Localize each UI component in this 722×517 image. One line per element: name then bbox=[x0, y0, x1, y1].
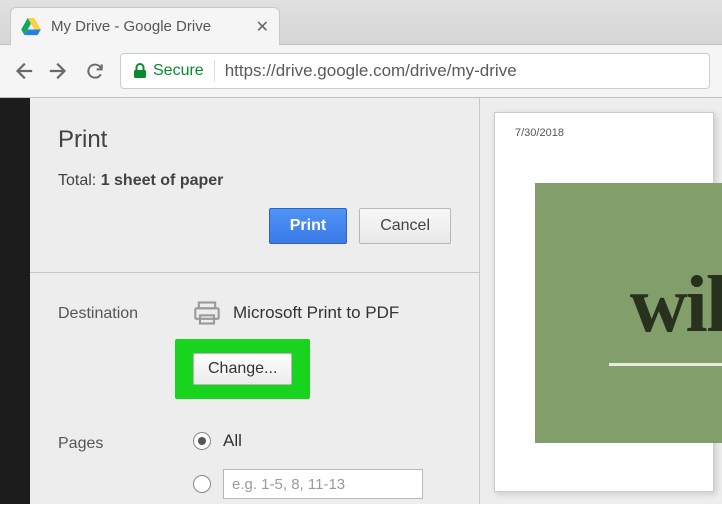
pages-all-label: All bbox=[223, 431, 242, 451]
pages-label: Pages bbox=[58, 431, 163, 517]
secure-label: Secure bbox=[153, 62, 204, 80]
secure-indicator: Secure bbox=[133, 62, 204, 80]
divider bbox=[30, 272, 479, 273]
wikihow-logo-text: wik bbox=[630, 260, 722, 351]
pages-range-radio[interactable] bbox=[193, 475, 211, 493]
print-preview-pane: 7/30/2018 wik bbox=[480, 98, 722, 504]
reload-button[interactable] bbox=[84, 60, 106, 82]
destination-value: Microsoft Print to PDF bbox=[193, 301, 451, 325]
change-destination-button[interactable]: Change... bbox=[193, 353, 292, 385]
browser-tab[interactable]: My Drive - Google Drive ✕ bbox=[10, 7, 280, 45]
print-button[interactable]: Print bbox=[269, 208, 347, 244]
preview-content-block: wik bbox=[535, 183, 722, 443]
dark-strip bbox=[0, 98, 30, 504]
preview-date: 7/30/2018 bbox=[515, 127, 693, 139]
print-heading: Print bbox=[58, 126, 451, 154]
url-text: https://drive.google.com/drive/my-drive bbox=[225, 61, 517, 81]
content-area: Print Total: 1 sheet of paper Print Canc… bbox=[0, 98, 722, 504]
print-settings-panel: Print Total: 1 sheet of paper Print Canc… bbox=[30, 98, 480, 504]
back-button[interactable] bbox=[12, 60, 34, 82]
logo-underline bbox=[609, 363, 722, 366]
pages-all-radio[interactable] bbox=[193, 432, 211, 450]
preview-page: 7/30/2018 wik bbox=[494, 112, 714, 492]
highlight-box: Change... bbox=[175, 339, 310, 399]
printer-icon bbox=[193, 301, 221, 325]
cancel-button[interactable]: Cancel bbox=[359, 208, 451, 244]
separator bbox=[214, 60, 215, 82]
browser-tab-strip: My Drive - Google Drive ✕ bbox=[0, 0, 722, 45]
address-bar[interactable]: Secure https://drive.google.com/drive/my… bbox=[120, 53, 710, 89]
destination-label: Destination bbox=[58, 301, 163, 399]
browser-toolbar: Secure https://drive.google.com/drive/my… bbox=[0, 45, 722, 98]
lock-icon bbox=[133, 63, 147, 79]
pages-range-input[interactable]: e.g. 1-5, 8, 11-13 bbox=[223, 469, 423, 499]
print-total: Total: 1 sheet of paper bbox=[58, 172, 451, 190]
google-drive-icon bbox=[21, 18, 41, 36]
close-tab-icon[interactable]: ✕ bbox=[256, 17, 269, 37]
tab-title: My Drive - Google Drive bbox=[51, 18, 246, 35]
forward-button[interactable] bbox=[48, 60, 70, 82]
